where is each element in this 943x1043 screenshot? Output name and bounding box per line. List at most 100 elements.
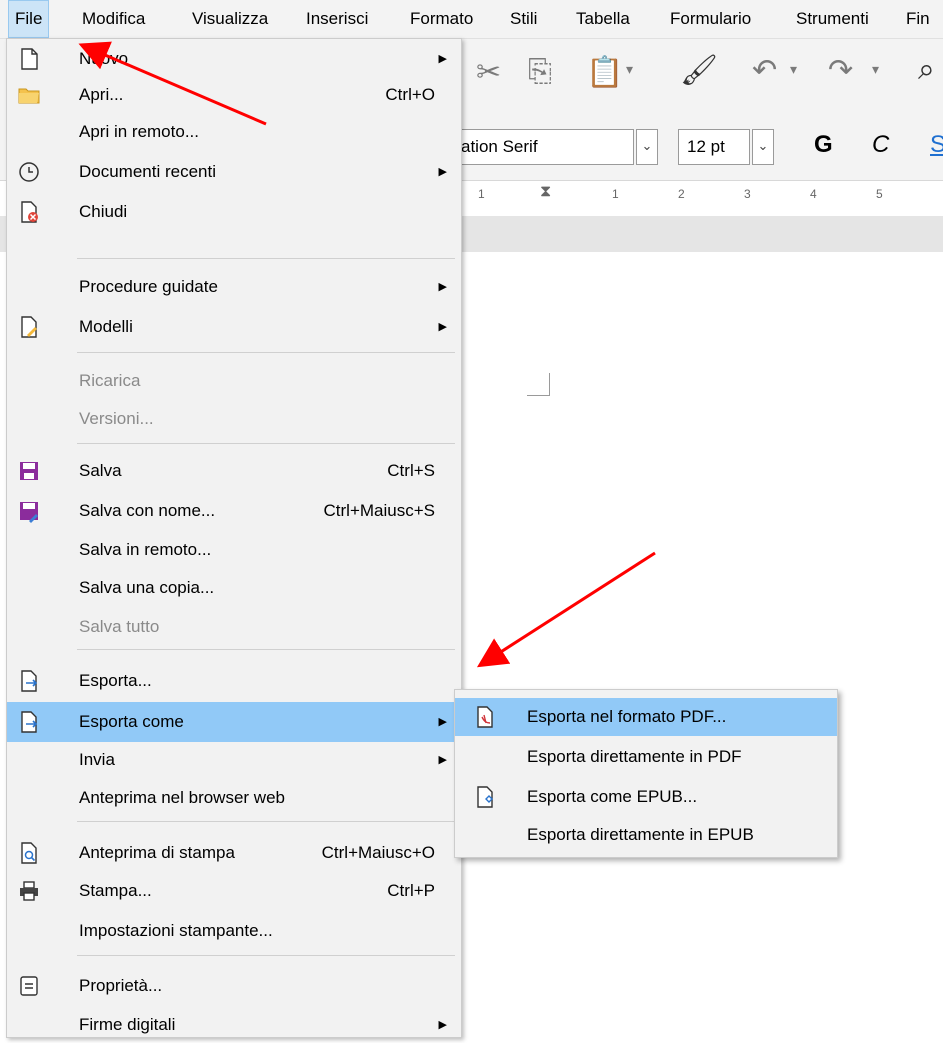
- menu-separator: [77, 443, 455, 444]
- underline-button[interactable]: S: [930, 131, 943, 159]
- menu-item-salva-in-remoto[interactable]: Salva in remoto...: [7, 532, 461, 568]
- font-size-field[interactable]: 12 pt: [678, 129, 750, 165]
- menu-item-invia[interactable]: Invia ▶: [7, 742, 461, 778]
- menu-strumenti[interactable]: Strumenti: [790, 0, 875, 38]
- menu-item-label: Stampa...: [79, 881, 152, 900]
- undo-dropdown-icon[interactable]: ▾: [790, 61, 797, 78]
- clone-formatting-icon[interactable]: 🖌: [680, 53, 718, 88]
- submenu-item-esporta-epub[interactable]: Esporta come EPUB...: [455, 778, 837, 816]
- menu-item-esporta[interactable]: Esporta...: [7, 663, 461, 699]
- ruler-tick: 4: [810, 187, 817, 201]
- menu-item-label: Esporta come: [79, 712, 184, 731]
- export-as-icon: [21, 711, 38, 733]
- submenu-arrow-icon: ▶: [438, 1019, 447, 1031]
- menu-item-shortcut: Ctrl+Maiusc+S: [323, 501, 435, 520]
- menu-item-label: Esporta...: [79, 671, 152, 690]
- menu-item-salva[interactable]: Salva Ctrl+S: [7, 453, 461, 489]
- submenu-arrow-icon: ▶: [438, 754, 447, 766]
- paste-icon[interactable]: 📋: [586, 55, 623, 90]
- submenu-arrow-icon: ▶: [438, 53, 447, 65]
- menu-separator: [77, 955, 455, 956]
- menu-item-label: Salva una copia...: [79, 578, 215, 597]
- undo-icon[interactable]: ↶: [752, 53, 777, 88]
- menu-item-shortcut: Ctrl+P: [387, 881, 435, 900]
- menu-item-firme-digitali[interactable]: Firme digitali ▶: [7, 1007, 461, 1043]
- menu-item-ricarica: Ricarica: [7, 363, 461, 399]
- menu-item-stampa[interactable]: Stampa... Ctrl+P: [7, 873, 461, 909]
- menu-item-label: Invia: [79, 750, 115, 769]
- export-as-submenu: Esporta nel formato PDF... Esporta diret…: [454, 689, 838, 858]
- submenu-item-esporta-direttamente-pdf[interactable]: Esporta direttamente in PDF: [455, 738, 837, 776]
- menu-item-label: Salva con nome...: [79, 501, 216, 520]
- close-document-icon: [21, 201, 38, 223]
- menu-item-label: Apri...: [79, 85, 124, 104]
- clock-icon: [19, 162, 39, 182]
- submenu-item-label: Esporta direttamente in PDF: [527, 747, 742, 766]
- menu-item-apri-in-remoto[interactable]: Apri in remoto...: [7, 114, 461, 150]
- menu-bar: File Modifica Visualizza Inserisci Forma…: [0, 0, 943, 39]
- menu-item-label: Salva: [79, 461, 122, 480]
- menu-item-anteprima-stampa[interactable]: Anteprima di stampa Ctrl+Maiusc+O: [7, 835, 461, 871]
- redo-icon[interactable]: ↷: [828, 53, 853, 88]
- menu-item-label: Procedure guidate: [79, 277, 218, 296]
- export-icon: [21, 670, 38, 692]
- menu-item-anteprima-browser[interactable]: Anteprima nel browser web: [7, 780, 461, 816]
- menu-item-salva-una-copia[interactable]: Salva una copia...: [7, 570, 461, 606]
- find-icon[interactable]: ⌕: [918, 53, 935, 87]
- menu-item-impostazioni-stampante[interactable]: Impostazioni stampante...: [7, 913, 461, 949]
- menu-item-versioni: Versioni...: [7, 401, 461, 437]
- submenu-item-esporta-pdf[interactable]: Esporta nel formato PDF...: [455, 698, 837, 736]
- template-icon: [21, 316, 37, 338]
- menu-tabella[interactable]: Tabella: [570, 0, 636, 38]
- menu-item-label: Versioni...: [79, 409, 154, 428]
- menu-item-shortcut: Ctrl+O: [385, 85, 435, 104]
- bold-button[interactable]: G: [814, 131, 833, 159]
- pdf-icon: [477, 706, 493, 728]
- submenu-item-esporta-direttamente-epub[interactable]: Esporta direttamente in EPUB: [455, 816, 837, 854]
- menu-item-chiudi[interactable]: Chiudi: [7, 194, 461, 230]
- menu-item-esporta-come[interactable]: Esporta come ▶: [7, 702, 461, 742]
- redo-dropdown-icon[interactable]: ▾: [872, 61, 879, 78]
- font-name-dropdown[interactable]: ⌄: [636, 129, 658, 165]
- ruler-tick: 3: [744, 187, 751, 201]
- menu-visualizza[interactable]: Visualizza: [186, 0, 274, 38]
- ruler-tick: 1: [612, 187, 619, 201]
- submenu-item-label: Esporta come EPUB...: [527, 787, 698, 806]
- menu-item-label: Nuovo: [79, 49, 129, 68]
- menu-item-procedure-guidate[interactable]: Procedure guidate ▶: [7, 269, 461, 305]
- menu-item-label: Documenti recenti: [79, 162, 217, 181]
- menu-item-apri[interactable]: Apri... Ctrl+O: [7, 77, 461, 113]
- ruler-indent-marker[interactable]: ⧗: [540, 183, 551, 201]
- menu-item-salva-con-nome[interactable]: Salva con nome... Ctrl+Maiusc+S: [7, 493, 461, 529]
- menu-stili[interactable]: Stili: [504, 0, 543, 38]
- menu-item-proprieta[interactable]: Proprietà...: [7, 968, 461, 1004]
- menu-item-modelli[interactable]: Modelli ▶: [7, 309, 461, 345]
- font-size-dropdown[interactable]: ⌄: [752, 129, 774, 165]
- menu-modifica[interactable]: Modifica: [76, 0, 151, 38]
- menu-item-nuovo[interactable]: Nuovo ▶: [7, 41, 461, 77]
- menu-formulario[interactable]: Formulario: [664, 0, 757, 38]
- italic-button[interactable]: C: [872, 131, 889, 159]
- menu-item-salva-tutto: Salva tutto: [7, 609, 461, 645]
- epub-icon: [477, 786, 493, 808]
- copy-icon[interactable]: ⎘: [528, 55, 552, 89]
- menu-item-label: Firme digitali: [79, 1015, 176, 1034]
- menu-item-label: Salva in remoto...: [79, 540, 212, 559]
- menu-item-label: Impostazioni stampante...: [79, 921, 273, 940]
- menu-finestra[interactable]: Fin: [900, 0, 936, 38]
- font-name-field[interactable]: ation Serif: [452, 129, 634, 165]
- page-corner-mark: [527, 373, 550, 396]
- submenu-arrow-icon: ▶: [438, 166, 447, 178]
- printer-icon: [20, 881, 38, 901]
- menu-item-label: Modelli: [79, 317, 133, 336]
- menu-item-documenti-recenti[interactable]: Documenti recenti ▶: [7, 154, 461, 190]
- menu-item-label: Apri in remoto...: [79, 122, 199, 141]
- properties-icon: [20, 976, 38, 996]
- menu-item-label: Anteprima di stampa: [79, 843, 235, 862]
- menu-formato[interactable]: Formato: [404, 0, 479, 38]
- menu-file[interactable]: File: [8, 0, 50, 38]
- ruler-tick: 1: [478, 187, 485, 201]
- paste-dropdown-icon[interactable]: ▾: [626, 61, 633, 78]
- cut-icon[interactable]: ✂: [476, 55, 501, 90]
- menu-inserisci[interactable]: Inserisci: [300, 0, 374, 38]
